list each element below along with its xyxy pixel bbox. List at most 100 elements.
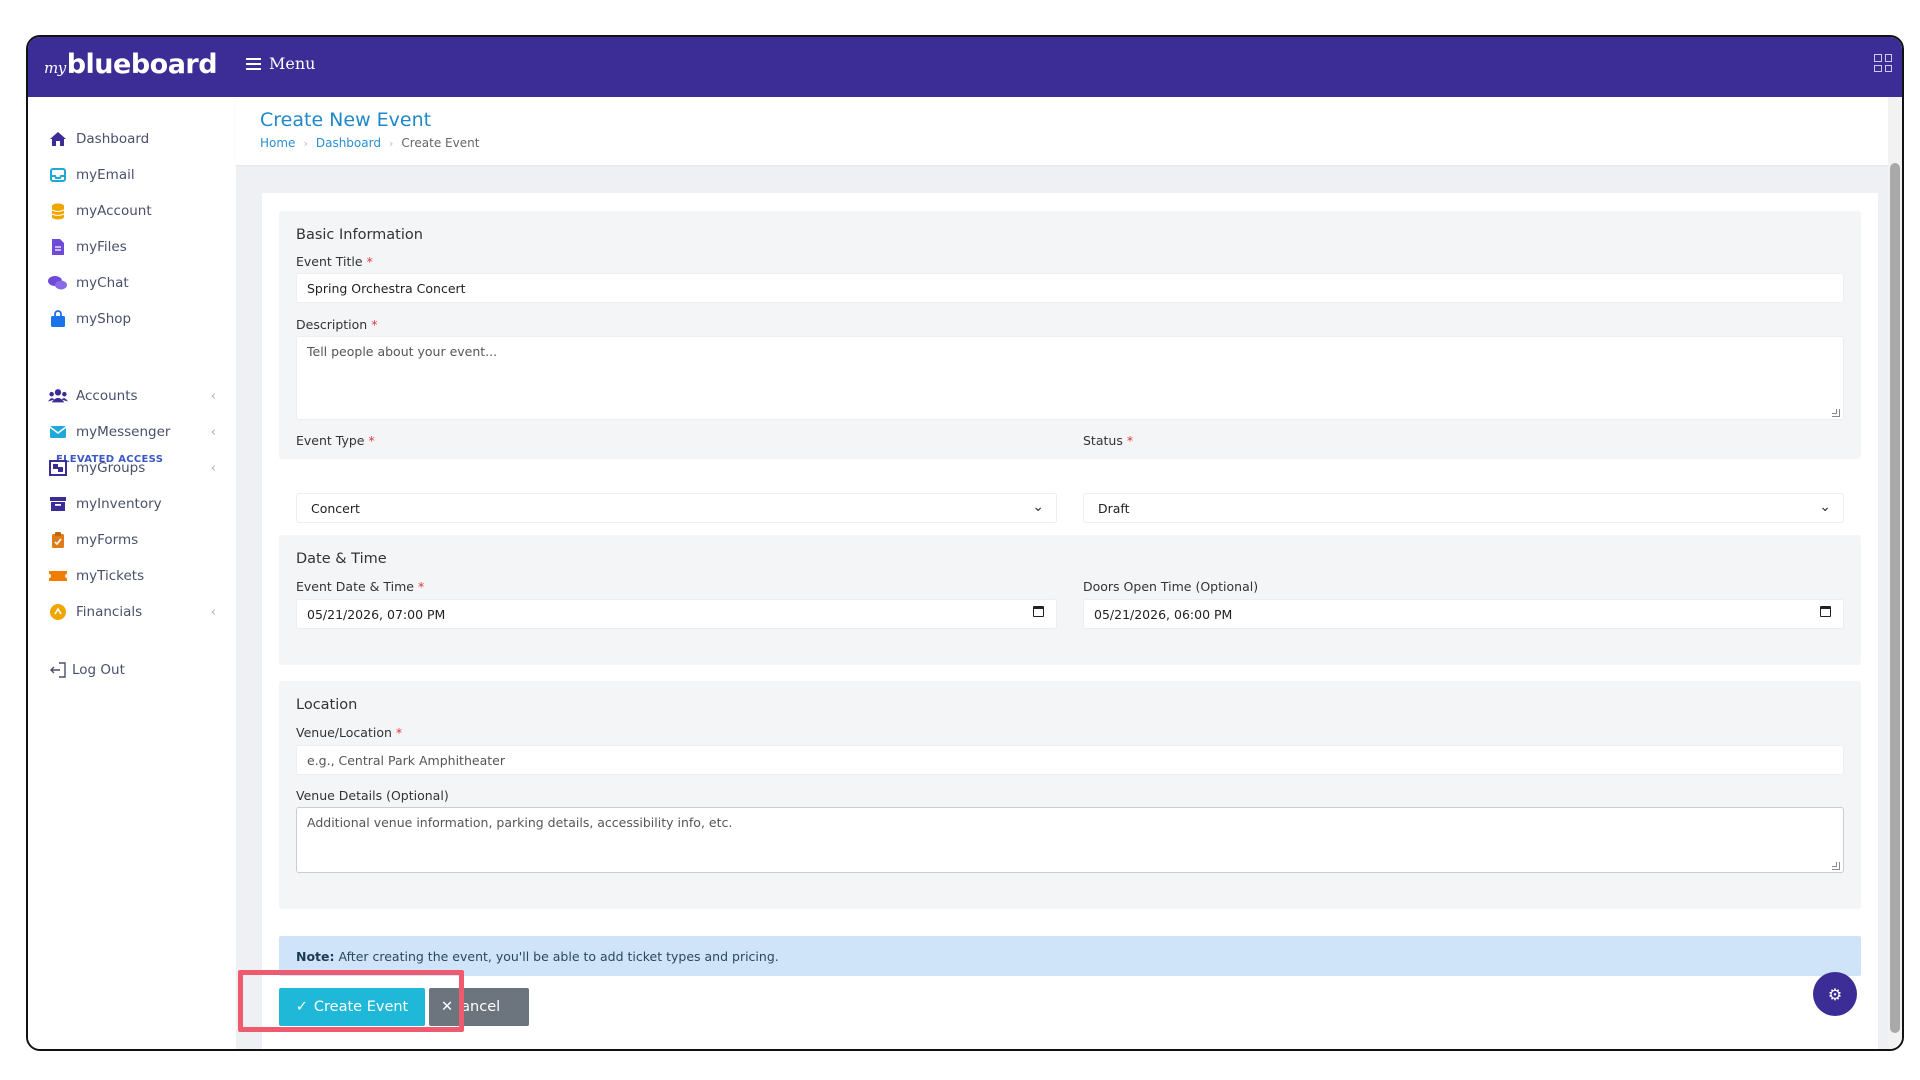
hamburger-icon xyxy=(246,57,261,70)
venue-input[interactable]: e.g., Central Park Amphitheater xyxy=(296,745,1844,775)
section-title: Date & Time xyxy=(296,551,387,567)
sidebar-item-mygroups[interactable]: myGroups ‹ xyxy=(48,459,216,477)
chevron-right-icon: › xyxy=(388,136,394,150)
sidebar-item-myemail[interactable]: myEmail xyxy=(48,166,216,184)
groups-icon xyxy=(48,459,68,477)
app-window: myblueboard Menu Dashboard myEmail myAcc… xyxy=(26,35,1904,1051)
chevron-left-icon: ‹ xyxy=(210,388,216,404)
scroll-thumb[interactable] xyxy=(1890,163,1900,1033)
chevron-right-icon: › xyxy=(303,136,308,150)
users-icon xyxy=(48,387,68,405)
sidebar-item-accounts[interactable]: Accounts ‹ xyxy=(48,387,216,405)
file-icon xyxy=(48,238,68,256)
apps-grid-icon[interactable] xyxy=(1874,54,1892,72)
clipboard-icon xyxy=(48,531,68,549)
note-label: Note: xyxy=(296,948,335,964)
logout-icon xyxy=(48,661,68,679)
chevron-down-icon: ⌄ xyxy=(1819,499,1831,515)
create-event-button[interactable]: ✓ Create Event xyxy=(279,988,425,1026)
venue-details-textarea[interactable]: Additional venue information, parking de… xyxy=(296,807,1844,873)
venue-label: Venue/Location * xyxy=(296,725,403,740)
sidebar-item-label: myShop xyxy=(76,311,132,327)
breadcrumb-dashboard[interactable]: Dashboard xyxy=(316,136,381,150)
info-note: Note: After creating the event, you'll be… xyxy=(279,936,1861,976)
sidebar-item-label: Financials xyxy=(76,604,143,620)
resize-handle-icon[interactable] xyxy=(1832,409,1840,417)
description-textarea[interactable]: Tell people about your event... xyxy=(296,336,1844,420)
sidebar-item-label: myGroups xyxy=(76,460,146,476)
sidebar-item-label: myInventory xyxy=(76,496,162,512)
inbox-icon xyxy=(48,166,68,184)
event-title-label: Event Title * xyxy=(296,254,373,269)
sidebar-item-label: Dashboard xyxy=(76,131,150,147)
event-title-input[interactable]: Spring Orchestra Concert xyxy=(296,273,1844,303)
event-date-label: Event Date & Time * xyxy=(296,579,425,594)
create-event-label: Create Event xyxy=(313,999,409,1015)
doors-open-label: Doors Open Time (Optional) xyxy=(1083,579,1259,594)
doors-open-input[interactable]: 05/21/2026, 06:00 PM xyxy=(1083,599,1844,629)
sidebar-item-label: myEmail xyxy=(76,167,135,183)
main-content: Create New Event Home › Dashboard › Crea… xyxy=(236,97,1892,1049)
date-time-section: Date & Time Event Date & Time * Doors Op… xyxy=(279,535,1861,665)
description-label: Description * xyxy=(296,317,378,332)
coins-icon xyxy=(48,603,68,621)
sidebar-item-label: myChat xyxy=(76,275,129,291)
sidebar-item-label: myMessenger xyxy=(76,424,171,440)
ticket-icon xyxy=(48,567,68,585)
archive-icon xyxy=(48,495,68,513)
cancel-label: ancel xyxy=(461,999,501,1015)
top-navbar: myblueboard Menu xyxy=(28,37,1902,97)
chevron-left-icon: ‹ xyxy=(210,460,216,476)
basic-information-section: Basic Information Event Title * Spring O… xyxy=(279,211,1861,459)
status-select[interactable]: Draft ⌄ xyxy=(1083,493,1844,523)
logo[interactable]: myblueboard xyxy=(44,49,218,80)
breadcrumb-home[interactable]: Home xyxy=(260,136,295,150)
logo-prefix: my xyxy=(44,59,66,77)
menu-label: Menu xyxy=(269,54,316,73)
sidebar-item-mychat[interactable]: myChat xyxy=(48,274,216,292)
envelope-icon xyxy=(48,423,68,441)
sidebar-item-label: myForms xyxy=(76,532,139,548)
location-section: Location Venue/Location * e.g., Central … xyxy=(279,681,1861,909)
menu-button[interactable]: Menu xyxy=(246,54,315,73)
venue-details-label: Venue Details (Optional) xyxy=(296,788,449,803)
sidebar-item-mymessenger[interactable]: myMessenger ‹ xyxy=(48,423,216,441)
event-form-card: Basic Information Event Title * Spring O… xyxy=(262,193,1878,1049)
database-icon xyxy=(48,202,68,220)
section-title: Basic Information xyxy=(296,227,423,243)
section-title: Location xyxy=(296,697,358,713)
breadcrumb: Home › Dashboard › Create Event xyxy=(260,136,479,150)
sidebar-item-myinventory[interactable]: myInventory xyxy=(48,495,216,513)
chevron-left-icon: ‹ xyxy=(210,424,216,440)
chevron-left-icon: ‹ xyxy=(210,604,216,620)
settings-gear-button[interactable]: ⚙ xyxy=(1813,972,1857,1016)
sidebar-item-logout[interactable]: Log Out xyxy=(48,661,216,679)
sidebar-item-myforms[interactable]: myForms xyxy=(48,531,216,549)
shopping-bag-icon xyxy=(48,310,68,328)
calendar-icon[interactable] xyxy=(1033,606,1044,617)
check-icon: ✓ xyxy=(295,999,308,1015)
sidebar-item-label: myAccount xyxy=(76,203,152,219)
event-type-select[interactable]: Concert ⌄ xyxy=(296,493,1057,523)
chat-icon xyxy=(48,274,68,292)
home-icon xyxy=(48,130,68,148)
page-title: Create New Event xyxy=(260,109,432,131)
event-date-input[interactable]: 05/21/2026, 07:00 PM xyxy=(296,599,1057,629)
sidebar-item-myfiles[interactable]: myFiles xyxy=(48,238,216,256)
sidebar-item-financials[interactable]: Financials ‹ xyxy=(48,603,216,621)
chevron-down-icon: ⌄ xyxy=(1032,499,1044,515)
sidebar-item-myaccount[interactable]: myAccount xyxy=(48,202,216,220)
sidebar-item-label: Accounts xyxy=(76,388,138,404)
resize-handle-icon[interactable] xyxy=(1832,862,1840,870)
sidebar-item-mytickets[interactable]: myTickets xyxy=(48,567,216,585)
sidebar-item-myshop[interactable]: myShop xyxy=(48,310,216,328)
page-header: Create New Event Home › Dashboard › Crea… xyxy=(236,97,1892,165)
cancel-button[interactable]: ✕ ancel xyxy=(429,988,529,1026)
status-label: Status * xyxy=(1083,433,1134,448)
calendar-icon[interactable] xyxy=(1820,606,1831,617)
vertical-scrollbar[interactable] xyxy=(1888,97,1902,1049)
sidebar-item-dashboard[interactable]: Dashboard xyxy=(48,130,216,148)
breadcrumb-current: Create Event xyxy=(401,136,480,150)
gear-icon: ⚙ xyxy=(1827,984,1843,1004)
event-type-label: Event Type * xyxy=(296,433,375,448)
